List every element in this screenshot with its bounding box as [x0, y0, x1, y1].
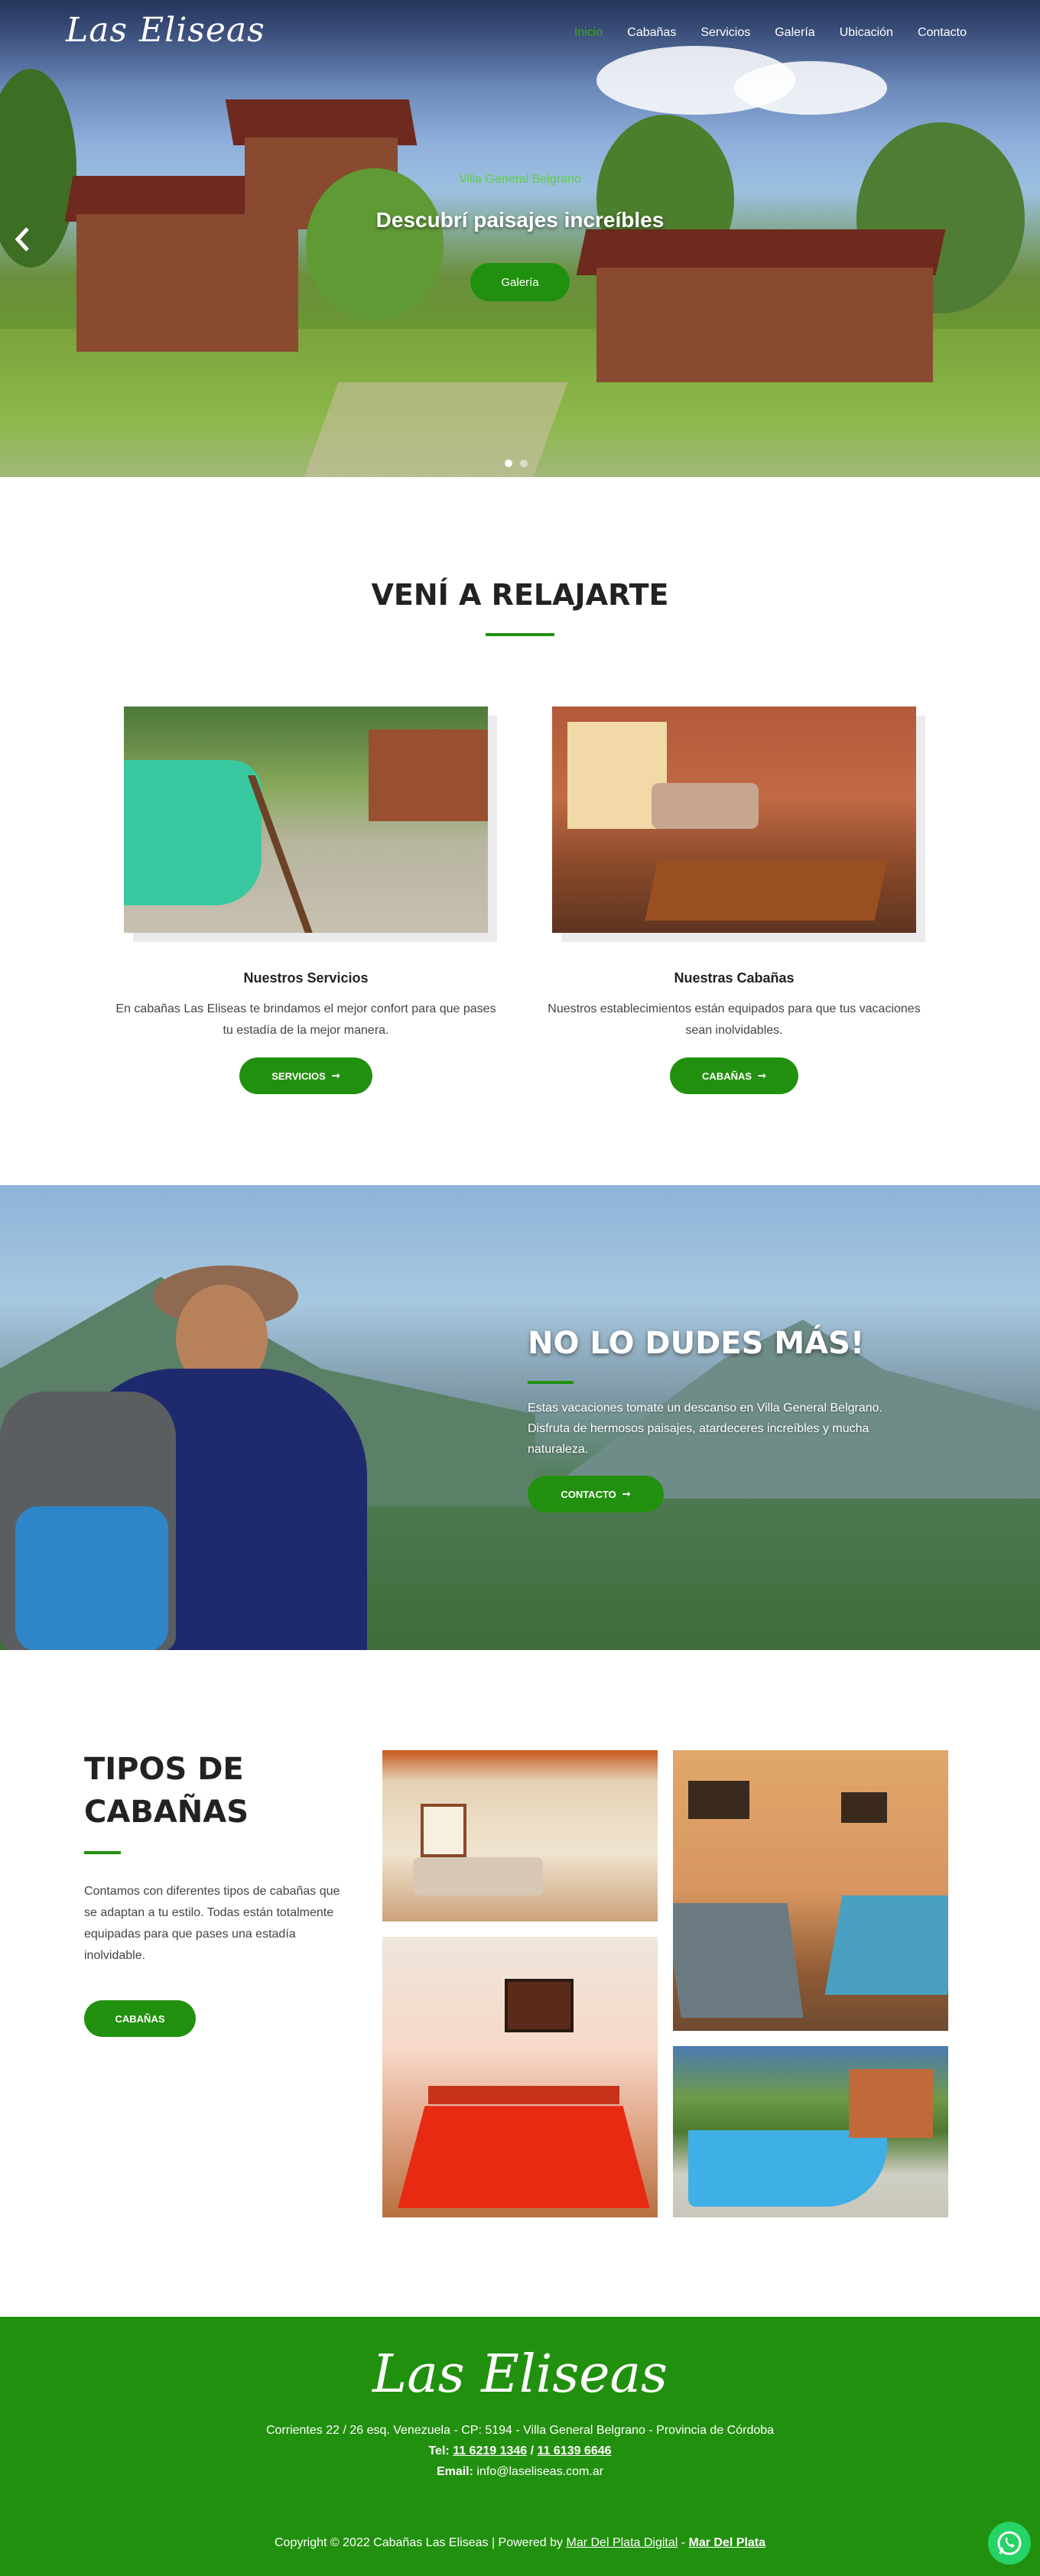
- nav-item-cabanas[interactable]: Cabañas: [627, 26, 676, 40]
- twin-bedroom-photo[interactable]: [673, 1750, 948, 2031]
- painting: [841, 1792, 887, 1823]
- hero-subtitle: Villa General Belgrano: [459, 173, 581, 186]
- banner-text: Estas vacaciones tomate un descanso en V…: [528, 1402, 882, 1456]
- nav-item-ubicacion[interactable]: Ubicación: [840, 26, 893, 40]
- house: [596, 268, 933, 382]
- cabin-types-text: Contamos con diferentes tipos de cabañas…: [84, 1885, 340, 1962]
- house: [76, 214, 298, 352]
- services-card-text: En cabañas Las Eliseas te brindamos el m…: [115, 1002, 496, 1037]
- pool-photo[interactable]: [673, 2046, 948, 2217]
- gallery-button[interactable]: Galería: [470, 263, 570, 301]
- pool: [688, 2130, 887, 2207]
- services-button-label: SERVICIOS: [271, 1070, 326, 1082]
- cabin-types-button-label: CABAÑAS: [115, 2012, 165, 2025]
- painting: [688, 1781, 749, 1819]
- footer-copyright: Copyright © 2022 Cabañas Las Eliseas | P…: [0, 2536, 1040, 2550]
- email-link[interactable]: info@laseliseas.com.ar: [476, 2465, 603, 2478]
- nav-item-contacto[interactable]: Contacto: [918, 26, 967, 40]
- tree: [306, 168, 444, 321]
- footer-email: Email: info@laseliseas.com.ar: [0, 2465, 1040, 2479]
- window: [421, 1804, 466, 1857]
- whatsapp-icon[interactable]: [988, 2522, 1031, 2565]
- services-card-title: Nuestros Servicios: [243, 970, 369, 986]
- nav-item-inicio[interactable]: Inicio: [574, 26, 603, 40]
- bed: [824, 1895, 948, 1995]
- email-label: Email:: [436, 2465, 473, 2478]
- cabins-card-title: Nuestras Cabañas: [674, 970, 795, 986]
- cabin-types-title-line2: CABAÑAS: [84, 1795, 249, 1830]
- footer-phones: Tel: 11 6219 1346 / 11 6139 6646: [0, 2444, 1040, 2458]
- living-room-photo[interactable]: [382, 1750, 658, 1921]
- house: [849, 2069, 933, 2138]
- backpack-pocket: [15, 1506, 168, 1650]
- powered-by-link[interactable]: Mar Del Plata Digital: [566, 2536, 678, 2549]
- arrow-right-icon: ➞: [331, 1070, 340, 1081]
- cabin-types-title-line1: TIPOS DE: [84, 1752, 244, 1787]
- footer-address: Corrientes 22 / 26 esq. Venezuela - CP: …: [265, 2424, 775, 2437]
- sofa: [652, 783, 759, 829]
- contact-button[interactable]: CONTACTO ➞: [528, 1476, 664, 1512]
- cabins-button-label: CABAÑAS: [702, 1070, 752, 1082]
- double-bedroom-photo[interactable]: [382, 1937, 658, 2217]
- phone-link-1[interactable]: 11 6219 1346: [453, 2444, 527, 2457]
- tree: [0, 69, 76, 268]
- services-button[interactable]: SERVICIOS ➞: [239, 1057, 372, 1094]
- arrow-right-icon: ➞: [622, 1488, 631, 1499]
- slider-dot[interactable]: [520, 460, 528, 467]
- cabins-button[interactable]: CABAÑAS ➞: [670, 1057, 798, 1094]
- slider-dots: [505, 460, 528, 467]
- cabin-types-title: TIPOS DE CABAÑAS: [84, 1748, 249, 1834]
- banner-underline: [528, 1381, 574, 1384]
- title-underline: [486, 633, 554, 636]
- copyright-separator: -: [678, 2536, 689, 2549]
- path: [304, 382, 568, 477]
- pillows: [428, 2086, 619, 2104]
- footer-logo[interactable]: Las Eliseas: [0, 2344, 1040, 2405]
- cloud: [734, 61, 887, 115]
- table: [645, 859, 888, 921]
- cabins-image: [552, 707, 916, 933]
- nav-item-galeria[interactable]: Galería: [775, 26, 814, 40]
- services-image: [124, 707, 488, 933]
- nav-item-servicios[interactable]: Servicios: [700, 26, 750, 40]
- painting: [505, 1979, 574, 2032]
- copyright-text: Copyright © 2022 Cabañas Las Eliseas | P…: [274, 2536, 564, 2549]
- hero-title: Descubrí paisajes increíbles: [375, 208, 665, 232]
- phone-separator: /: [527, 2444, 538, 2457]
- slider-dot-active[interactable]: [505, 460, 512, 467]
- top-navigation: Las Eliseas Inicio Cabañas Servicios Gal…: [0, 0, 1040, 69]
- bed: [673, 1903, 804, 2018]
- cabins-card-text: Nuestros establecimientos están equipado…: [548, 1002, 921, 1037]
- powered-city-link[interactable]: Mar Del Plata: [689, 2536, 765, 2549]
- cabin-types-underline: [84, 1851, 121, 1854]
- bed: [398, 2106, 650, 2208]
- main-menu: Inicio Cabañas Servicios Galería Ubicaci…: [574, 26, 967, 40]
- phone-label: Tel:: [428, 2444, 450, 2457]
- banner-title: NO LO DUDES MÁS!: [528, 1326, 865, 1361]
- sofa: [413, 1857, 543, 1895]
- pool: [124, 760, 262, 905]
- arrow-right-icon: ➞: [758, 1070, 766, 1081]
- site-logo[interactable]: Las Eliseas: [66, 11, 265, 50]
- hero-slider: Las Eliseas Inicio Cabañas Servicios Gal…: [0, 0, 1040, 477]
- cabin-types-button[interactable]: CABAÑAS: [84, 2000, 196, 2037]
- relax-section-title: VENÍ A RELAJARTE: [371, 578, 669, 612]
- phone-link-2[interactable]: 11 6139 6646: [538, 2444, 612, 2457]
- contact-button-label: CONTACTO: [561, 1488, 616, 1500]
